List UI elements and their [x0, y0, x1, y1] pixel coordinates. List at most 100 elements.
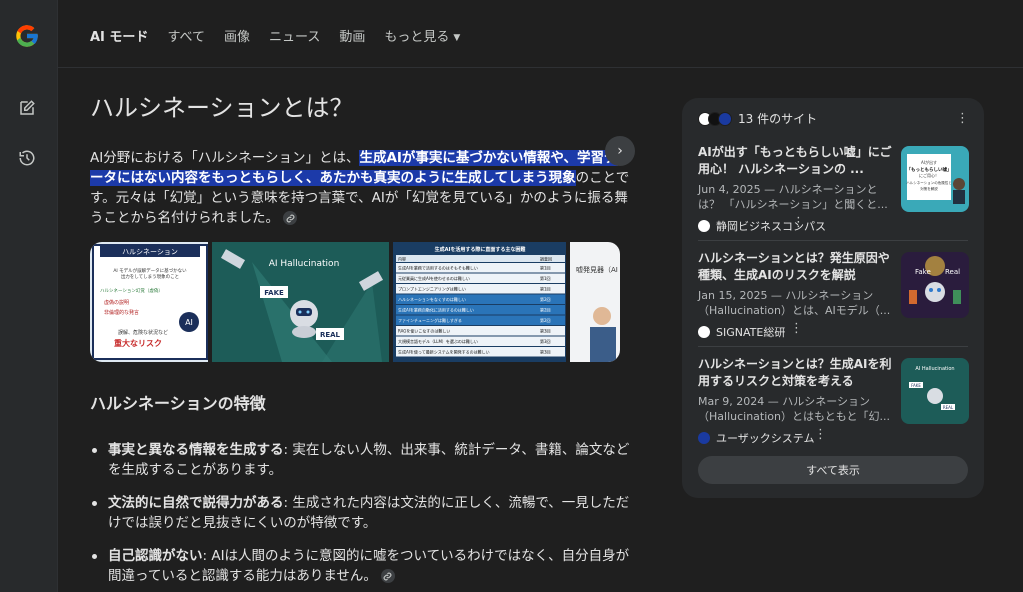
- thumb3-fake: FAKE: [911, 383, 921, 388]
- img1-item-2: 虚偽の説明: [104, 299, 129, 306]
- table-cell-text: ファインチューニングは難しすぎる: [398, 317, 462, 323]
- thumb1-line-1: AIが出す: [921, 159, 937, 165]
- table-cell-text: 生成AIを使って最新システムを開発するのは難しい: [398, 349, 490, 355]
- img1-header: ハルシネーション: [122, 248, 178, 256]
- thumb3-title: AI Hallucination: [915, 366, 954, 372]
- table-cell-text: RAGを使いこなすのは難しい: [398, 328, 450, 334]
- tab-images[interactable]: 画像: [224, 26, 250, 45]
- thumb3-real: REAL: [943, 405, 954, 410]
- divider: [698, 240, 968, 241]
- img3-head-right: 調査回: [540, 256, 552, 262]
- site-favicon-icon: [698, 432, 710, 444]
- table-cell-text: ハルシネーションをなくすのは難しい: [398, 296, 466, 302]
- carousel-image-2[interactable]: AI Hallucination FAKE REAL: [212, 242, 390, 362]
- tab-all[interactable]: すべて: [167, 26, 205, 45]
- tab-ai-mode[interactable]: AI モード: [90, 26, 148, 45]
- thumb2-fake: Fake: [915, 268, 931, 276]
- source-desc: Mar 9, 2024 — ハルシネーション（Hallucination）とはも…: [698, 395, 891, 423]
- source-title[interactable]: AIが出す「もっともらしい嘘」にご用心！ ハルシネーションの ...: [698, 144, 896, 178]
- thumb2-real: Real: [945, 268, 960, 276]
- img2-title: AI Hallucination: [269, 259, 340, 269]
- lead-pre: AI分野における「ハルシネーション」とは、: [90, 150, 360, 166]
- source-options-icon[interactable]: ⋮: [814, 428, 827, 441]
- carousel-image-1[interactable]: ハルシネーション AI モデルが誤解データに基づかない 出力をしてしまう現象のこ…: [90, 242, 209, 362]
- img1-item-1: ハルシネーション幻覚（虚偽）: [100, 287, 163, 294]
- answer-column: ハルシネーションとは？ AI分野における「ハルシネーション」とは、生成AIが事実…: [90, 90, 635, 592]
- table-cell-round: 第3回: [540, 349, 551, 355]
- img3-title: 生成AIを活用する際に直面する主な困難: [435, 246, 526, 253]
- site-favicon-icon: [698, 220, 710, 232]
- tab-videos[interactable]: 動画: [339, 26, 365, 45]
- source-options-icon[interactable]: ⋮: [790, 322, 803, 335]
- table-cell-round: 第2回: [540, 307, 551, 313]
- divider: [698, 346, 968, 347]
- source-thumbnail[interactable]: AIが出す 「もっともらしい嘘」 にご用心！ ハルシネーションの危険性と 対策を…: [901, 146, 969, 212]
- table-cell-text: 生成AIを業務自動化に活用するのは難しい: [398, 307, 474, 313]
- source-site: 静岡ビジネスコンパス: [698, 218, 826, 234]
- source-thumbnail-image: Fake Real: [909, 256, 961, 304]
- history-button[interactable]: [15, 146, 39, 170]
- source-thumbnail[interactable]: AI Hallucination FAKE REAL: [901, 358, 969, 424]
- source-thumbnail[interactable]: Fake Real: [901, 252, 969, 318]
- ai-hallucination-robot-image: AI Hallucination FAKE REAL: [221, 249, 384, 362]
- carousel-next-button[interactable]: ›: [605, 136, 635, 166]
- source-card-2[interactable]: ハルシネーションとは？発生原因や種類、生成AIのリスクを解説 Jan 15, 2…: [698, 250, 972, 342]
- source-site: ユーザックシステム: [698, 430, 814, 446]
- sources-panel: 13 件のサイト ⋮ AIが出す「もっともらしい嘘」にご用心！ ハルシネーション…: [682, 98, 984, 498]
- thumb1-line-2: 「もっともらしい嘘」: [907, 166, 952, 173]
- source-card-3[interactable]: ハルシネーションとは？生成AIを利用するリスクと対策を考える Mar 9, 20…: [698, 356, 972, 448]
- table-cell-round: 第3回: [540, 328, 551, 334]
- source-site-name: SIGNATE総研: [716, 326, 786, 339]
- lie-detector-image: 嘘発見器（AI: [576, 265, 618, 362]
- source-thumbnail-image: AI Hallucination FAKE REAL: [909, 366, 955, 410]
- search-tabs: AI モード すべて 画像 ニュース 動画 もっと見る ▼: [90, 26, 479, 45]
- tab-more[interactable]: もっと見る ▼: [384, 26, 460, 45]
- img1-item-4: 誤解、危険な状況など: [118, 329, 168, 336]
- table-cell-round: 第2回: [540, 317, 551, 323]
- carousel-image-3[interactable]: 生成AIを活用する際に直面する主な困難 内容 調査回 生成AIを業務で活用するの…: [393, 242, 566, 362]
- img1-line-1: AI モデルが誤解データに基づかない: [113, 267, 187, 274]
- img2-real: REAL: [320, 331, 341, 339]
- table-cell-text: 大規模言語モデル（LLM）を選ぶのは難しい: [398, 338, 478, 344]
- source-card-1[interactable]: AIが出す「もっともらしい嘘」にご用心！ ハルシネーションの ... Jun 4…: [698, 144, 972, 236]
- table-cell-round: 第1回: [540, 265, 551, 271]
- table-cell-round: 第3回: [540, 338, 551, 344]
- img2-fake: FAKE: [264, 289, 284, 297]
- new-chat-button[interactable]: [15, 96, 39, 120]
- img1-ai-badge: AI: [185, 318, 193, 327]
- source-title[interactable]: ハルシネーションとは？発生原因や種類、生成AIのリスクを解説: [698, 250, 896, 284]
- source-site-name: ユーザックシステム: [716, 432, 815, 445]
- citation-link-button[interactable]: [380, 569, 395, 583]
- difficulties-table-image: 生成AIを活用する際に直面する主な困難 内容 調査回 生成AIを業務で活用するの…: [396, 246, 566, 357]
- show-all-button[interactable]: すべて表示: [698, 456, 968, 484]
- page-title: ハルシネーションとは？: [90, 94, 354, 122]
- link-icon: [286, 214, 294, 222]
- site-favicon-icon: [718, 111, 732, 126]
- site-favicon-icon: [698, 326, 710, 338]
- img4-label: 嘘発見器（AI: [576, 265, 618, 274]
- citation-link-button[interactable]: [283, 211, 297, 225]
- more-options-icon[interactable]: ⋮: [956, 112, 969, 125]
- tab-news[interactable]: ニュース: [269, 26, 320, 45]
- sources-count: 13 件のサイト: [738, 112, 818, 126]
- lead-paragraph: AI分野における「ハルシネーション」とは、生成AIが事実に基づかない情報や、学習…: [90, 148, 630, 228]
- carousel-image-4[interactable]: 嘘発見器（AI: [569, 242, 620, 362]
- source-desc: Jun 4, 2025 — ハルシネーションとは？ 「ハルシネーション」と聞くと…: [698, 183, 888, 211]
- list-item-bold: 自己認識がない: [108, 548, 203, 564]
- image-carousel: ハルシネーション AI モデルが誤解データに基づかない 出力をしてしまう現象のこ…: [90, 242, 620, 362]
- google-logo-icon[interactable]: [13, 22, 41, 50]
- feature-list: 事実と異なる情報を生成する: 実在しない人物、出来事、統計データ、書籍、論文など…: [90, 440, 630, 586]
- section-title: ハルシネーションの特徴: [90, 394, 266, 413]
- list-item: 自己認識がない: AIは人間のように意図的に嘘をついているわけではなく、自分自身…: [90, 546, 630, 586]
- table-cell-text: 生成AIを業務で活用するのはそもそも難しい: [398, 265, 478, 271]
- sources-header[interactable]: 13 件のサイト: [698, 110, 817, 127]
- table-cell-round: 第1回: [540, 286, 551, 292]
- source-options-icon[interactable]: ⋮: [792, 216, 805, 229]
- img1-risk: 重大なリスク: [114, 338, 162, 348]
- source-title[interactable]: ハルシネーションとは？生成AIを利用するリスクと対策を考える: [698, 356, 896, 390]
- source-site-name: 静岡ビジネスコンパス: [716, 220, 826, 233]
- left-rail: [0, 0, 58, 592]
- source-desc: Jan 15, 2025 — ハルシネーション（Hallucination）とは…: [698, 289, 891, 317]
- chevron-right-icon: ›: [617, 143, 623, 159]
- caret-down-icon: ▼: [453, 32, 461, 43]
